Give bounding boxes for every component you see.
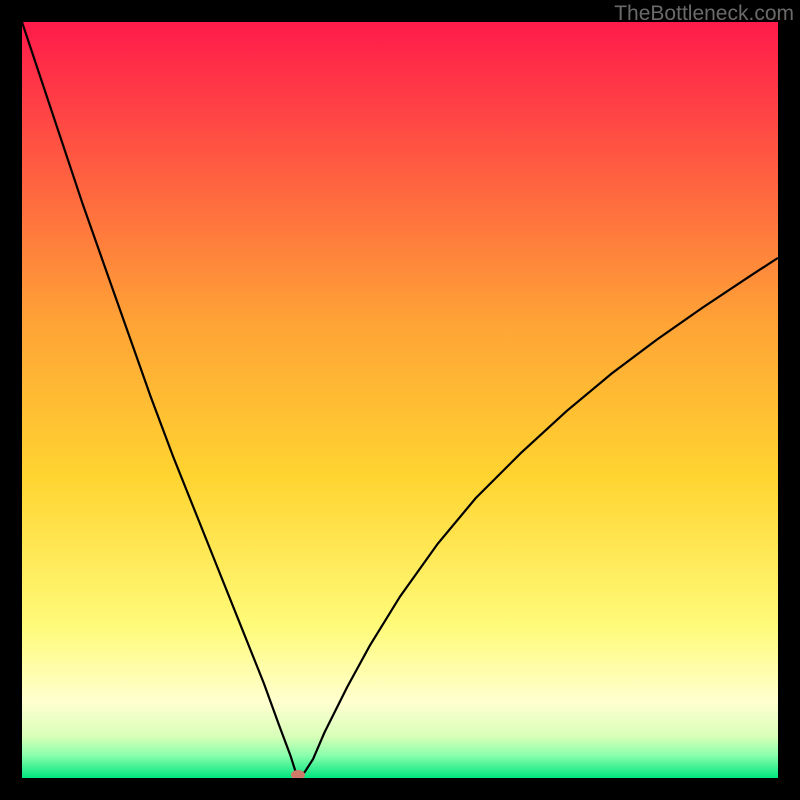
gradient-background [22, 22, 778, 778]
chart-frame [22, 22, 778, 778]
watermark-text: TheBottleneck.com [614, 2, 794, 26]
bottleneck-chart [22, 22, 778, 778]
